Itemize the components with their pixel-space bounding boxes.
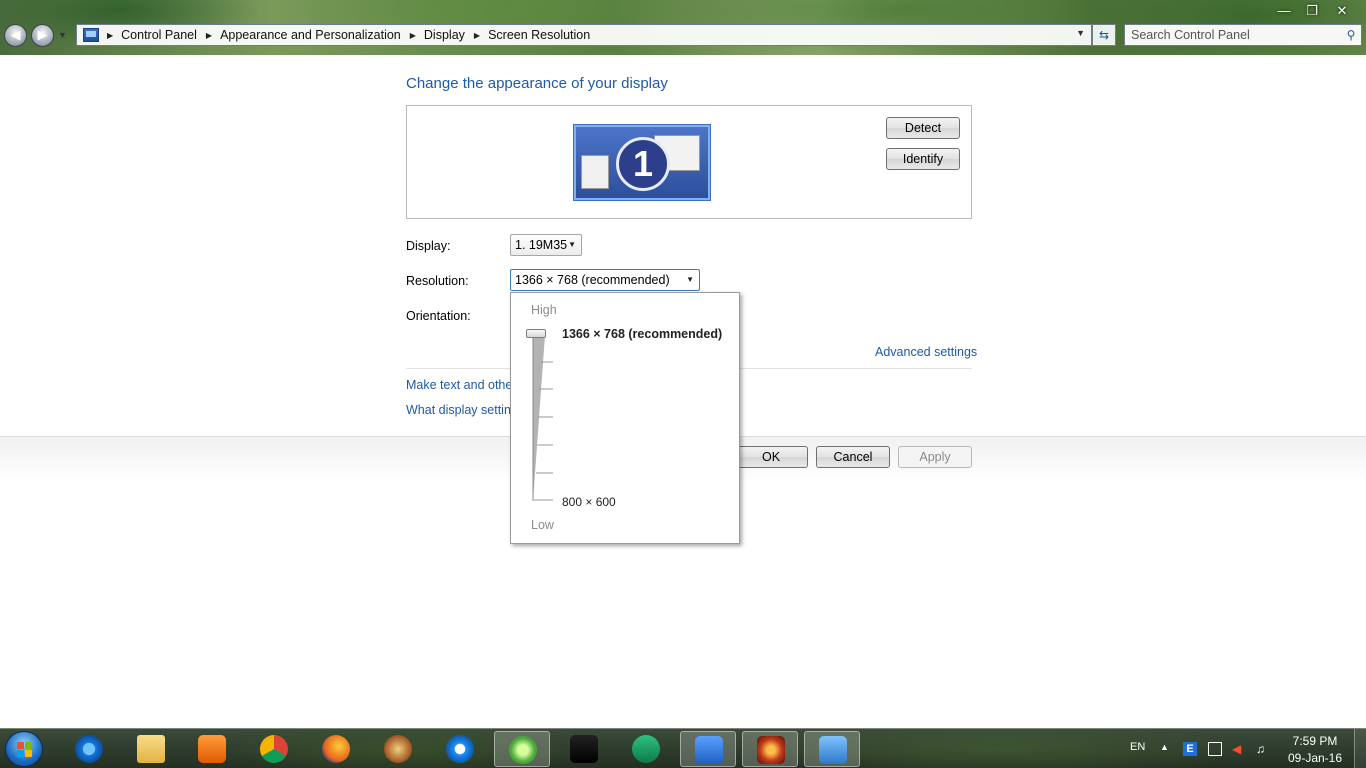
forward-button[interactable]: ▶: [31, 24, 54, 47]
resolution-select[interactable]: 1366 × 768 (recommended) ▼: [510, 269, 700, 291]
media-player-icon: [198, 735, 226, 763]
detect-button[interactable]: Detect: [886, 117, 960, 139]
resolution-option-top[interactable]: 1366 × 768 (recommended): [562, 327, 722, 341]
address-bar[interactable]: ▶ Control Panel ▶ Appearance and Persona…: [76, 24, 1092, 46]
taskbar-app-ie[interactable]: [61, 731, 117, 767]
taskbar-app-7[interactable]: [432, 731, 488, 767]
monitor-number-badge: 1: [616, 137, 670, 191]
windows-logo-icon: [17, 742, 33, 758]
resolution-label: Resolution:: [406, 274, 469, 288]
start-button[interactable]: [5, 731, 43, 767]
taskbar-app-explorer[interactable]: [123, 731, 179, 767]
internet-explorer-icon: [75, 735, 103, 763]
volume-icon[interactable]: ♫: [1256, 742, 1270, 756]
show-hidden-icons-chevron-icon[interactable]: ▲: [1160, 742, 1169, 752]
chevron-down-icon: ▼: [686, 275, 694, 284]
breadcrumb-control-panel[interactable]: Control Panel: [121, 28, 197, 42]
page-title: Change the appearance of your display: [406, 75, 668, 92]
taskbar-app-firefox[interactable]: [308, 731, 364, 767]
display-label: Display:: [406, 239, 451, 253]
refresh-icon[interactable]: ⇆: [1092, 24, 1116, 46]
resolution-option-bottom[interactable]: 800 × 600: [562, 495, 616, 509]
app-icon: [446, 735, 474, 763]
taskbar-app-chrome[interactable]: [246, 731, 302, 767]
taskbar-app-10[interactable]: [618, 731, 674, 767]
display-select-value: 1. 19M35: [515, 238, 568, 252]
screen-resolution-content: Change the appearance of your display 1 …: [0, 55, 1366, 728]
minimize-icon[interactable]: —: [1272, 4, 1296, 20]
breadcrumb-separator-icon[interactable]: ▶: [474, 31, 480, 40]
identify-button[interactable]: Identify: [886, 148, 960, 170]
monitor-1-thumbnail[interactable]: 1: [574, 125, 710, 200]
display-select[interactable]: 1. 19M35 ▼: [510, 234, 582, 256]
chevron-down-icon: ▼: [568, 240, 576, 249]
game-icon: [757, 736, 785, 764]
taskbar-app-8[interactable]: [494, 731, 550, 767]
resolution-slider-track[interactable]: [531, 333, 553, 503]
monitor-arrangement-panel: 1 Detect Identify: [406, 105, 972, 219]
close-icon[interactable]: ✕: [1330, 4, 1354, 20]
control-panel-icon: [83, 28, 99, 42]
action-center-flag-icon[interactable]: [1208, 742, 1222, 756]
resolution-dropdown[interactable]: High 1366 × 768 (recommended) 800 × 600 …: [510, 292, 740, 544]
clock-time[interactable]: 7:59 PM: [1280, 734, 1350, 748]
taskbar: EN ▲ E ◀ ♫ 7:59 PM 09-Jan-16: [0, 728, 1366, 768]
language-indicator[interactable]: EN: [1130, 741, 1145, 753]
windows-explorer-icon: [137, 735, 165, 763]
resolution-low-label: Low: [531, 518, 554, 532]
taskbar-app-media[interactable]: [184, 731, 240, 767]
breadcrumb-screen-resolution[interactable]: Screen Resolution: [488, 28, 590, 42]
breadcrumb-separator-icon[interactable]: ▶: [410, 31, 416, 40]
show-desktop-button[interactable]: [1354, 729, 1366, 768]
text-size-link[interactable]: Make text and other: [406, 378, 516, 392]
taskbar-app-11[interactable]: [680, 731, 736, 767]
breadcrumb-separator-icon[interactable]: ▶: [206, 31, 212, 40]
advanced-settings-link[interactable]: Advanced settings: [875, 345, 977, 359]
search-input[interactable]: Search Control Panel ⚲: [1124, 24, 1362, 46]
back-button[interactable]: ◀: [4, 24, 27, 47]
ok-button[interactable]: OK: [734, 446, 808, 468]
speaker-muted-icon[interactable]: ◀: [1232, 742, 1246, 756]
breadcrumb-separator-icon[interactable]: ▶: [107, 31, 113, 40]
control-panel-icon: [819, 736, 847, 764]
monitor-window-graphic: [581, 155, 609, 189]
recent-pages-chevron-icon[interactable]: ▼: [58, 30, 67, 40]
breadcrumb-appearance[interactable]: Appearance and Personalization: [220, 28, 401, 42]
app-icon: [632, 735, 660, 763]
search-placeholder[interactable]: Search Control Panel: [1131, 28, 1341, 42]
taskbar-app-6[interactable]: [370, 731, 426, 767]
clock-date[interactable]: 09-Jan-16: [1280, 751, 1350, 765]
tray-e-icon[interactable]: E: [1183, 742, 1197, 756]
orientation-label: Orientation:: [406, 309, 471, 323]
resolution-high-label: High: [531, 303, 557, 317]
mu-game-icon: [570, 735, 598, 763]
taskbar-app-mu[interactable]: [556, 731, 612, 767]
taskbar-app-control-panel[interactable]: [804, 731, 860, 767]
breadcrumb-display[interactable]: Display: [424, 28, 465, 42]
address-dropdown-icon[interactable]: ▼: [1076, 28, 1085, 38]
app-icon: [509, 736, 537, 764]
cancel-button[interactable]: Cancel: [816, 446, 890, 468]
apply-button[interactable]: Apply: [898, 446, 972, 468]
restore-icon[interactable]: ❐: [1300, 4, 1324, 20]
app-icon: [384, 735, 412, 763]
taskbar-app-12[interactable]: [742, 731, 798, 767]
display-settings-help-link[interactable]: What display setting: [406, 403, 518, 417]
chrome-icon: [260, 735, 288, 763]
search-icon[interactable]: ⚲: [1341, 28, 1361, 42]
firefox-icon: [322, 735, 350, 763]
resolution-slider-thumb[interactable]: [526, 329, 546, 338]
resolution-select-value: 1366 × 768 (recommended): [515, 273, 670, 287]
window-chrome: — ❐ ✕ ◀ ▶ ▼ ▶ Control Panel ▶ Appearance…: [0, 0, 1366, 55]
download-app-icon: [695, 736, 723, 764]
